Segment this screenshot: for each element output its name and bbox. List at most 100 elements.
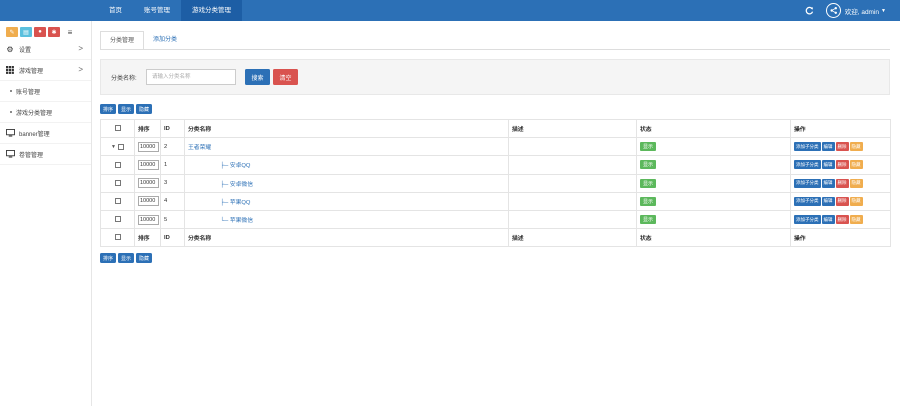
status-badge[interactable]: 显示 bbox=[640, 215, 657, 225]
user-shortcut-icon[interactable]: ● bbox=[34, 27, 46, 37]
tab-add-category[interactable]: 添加分类 bbox=[144, 31, 186, 50]
status-cell: 显示 bbox=[636, 209, 791, 230]
sort-cell bbox=[134, 155, 161, 175]
sidebar-item-settings[interactable]: ⚙ 设置 > bbox=[0, 39, 91, 60]
sort-input[interactable] bbox=[138, 214, 159, 225]
tab-category-management[interactable]: 分类管理 bbox=[100, 31, 145, 50]
sidebar-item-banner-management[interactable]: banner管理 bbox=[0, 123, 91, 144]
avatar[interactable] bbox=[825, 3, 841, 18]
search-panel: 分类名称: 搜索 清空 bbox=[100, 59, 890, 95]
search-label: 分类名称: bbox=[111, 76, 137, 82]
category-name-link[interactable]: 王者荣耀 bbox=[188, 145, 211, 151]
search-button[interactable]: 搜索 bbox=[245, 69, 270, 85]
show-button[interactable]: 显示 bbox=[118, 253, 135, 263]
column-header-id: ID bbox=[160, 118, 185, 139]
sort-cell bbox=[134, 209, 161, 230]
sidebar-item-other-management[interactable]: 卷管管理 bbox=[0, 144, 91, 165]
sort-cell bbox=[134, 173, 161, 193]
menu-toggle-icon[interactable]: ≡ bbox=[65, 27, 75, 37]
nav-game-category-management[interactable]: 游戏分类管理 bbox=[181, 0, 242, 21]
add-subcategory-button[interactable]: 添加子分类 bbox=[794, 215, 821, 225]
add-subcategory-button[interactable]: 添加子分类 bbox=[794, 142, 821, 152]
select-all-checkbox[interactable] bbox=[114, 234, 121, 241]
hide-row-button[interactable]: 隐藏 bbox=[849, 215, 863, 225]
show-button[interactable]: 显示 bbox=[118, 104, 135, 114]
sort-button[interactable]: 排序 bbox=[100, 253, 117, 263]
id-cell: 3 bbox=[160, 173, 185, 193]
sort-input[interactable] bbox=[138, 141, 159, 152]
top-right-area: 欢迎, admin ▼ bbox=[804, 0, 886, 21]
tree-branch: ├─ bbox=[220, 199, 230, 206]
sidebar-item-account-management[interactable]: 账号管理 bbox=[0, 81, 91, 102]
hide-row-button[interactable]: 隐藏 bbox=[849, 142, 863, 152]
delete-button[interactable]: 删除 bbox=[835, 142, 849, 152]
category-name-link[interactable]: 苹果QQ bbox=[230, 200, 251, 206]
gears-icon: ⚙ bbox=[6, 44, 14, 54]
add-subcategory-button[interactable]: 添加子分类 bbox=[794, 178, 821, 188]
sort-input[interactable] bbox=[138, 178, 159, 189]
bullet-icon bbox=[10, 111, 12, 113]
category-name-link[interactable]: 安卓微信 bbox=[230, 182, 253, 188]
sidebar-item-game-management[interactable]: 游戏管理 > bbox=[0, 60, 91, 81]
select-all-cell bbox=[100, 228, 135, 248]
nav-account-management[interactable]: 账号管理 bbox=[133, 0, 181, 21]
row-checkbox[interactable] bbox=[114, 179, 121, 186]
caret-down-icon[interactable]: ▼ bbox=[881, 8, 886, 14]
status-badge[interactable]: 显示 bbox=[640, 196, 657, 206]
id-cell: 2 bbox=[160, 137, 185, 157]
hide-button[interactable]: 隐藏 bbox=[136, 253, 153, 263]
select-all-checkbox[interactable] bbox=[114, 125, 121, 132]
description-cell bbox=[508, 173, 637, 193]
category-name-input[interactable] bbox=[146, 69, 236, 85]
welcome-text[interactable]: 欢迎, admin bbox=[845, 6, 879, 16]
edit-button[interactable]: 编辑 bbox=[821, 178, 835, 188]
delete-button[interactable]: 删除 bbox=[835, 160, 849, 170]
row-checkbox[interactable] bbox=[117, 143, 124, 150]
category-name-link[interactable]: 安卓QQ bbox=[230, 163, 251, 169]
status-badge[interactable]: 显示 bbox=[640, 178, 657, 188]
status-badge[interactable]: 显示 bbox=[640, 142, 657, 152]
hide-row-button[interactable]: 隐藏 bbox=[849, 178, 863, 188]
file-shortcut-icon[interactable]: ▤ bbox=[20, 27, 32, 37]
row-checkbox[interactable] bbox=[114, 161, 121, 168]
sidebar: ✎ ▤ ● ✱ ≡ ⚙ 设置 > 游戏管理 > 账号管理 游戏分类管理 bann… bbox=[0, 21, 92, 406]
main-content: 分类管理 添加分类 分类名称: 搜索 清空 排序 显示 隐藏 排序 ID 分类名… bbox=[92, 21, 900, 406]
delete-button[interactable]: 删除 bbox=[835, 178, 849, 188]
sidebar-item-label: 游戏分类管理 bbox=[16, 110, 53, 117]
operations-cell: 添加子分类 编辑 删除 隐藏 bbox=[790, 173, 891, 193]
column-header-description: 描述 bbox=[508, 118, 637, 139]
hide-button[interactable]: 隐藏 bbox=[136, 104, 153, 114]
sidebar-item-game-category-management[interactable]: 游戏分类管理 bbox=[0, 102, 91, 123]
edit-button[interactable]: 编辑 bbox=[821, 215, 835, 225]
row-checkbox[interactable] bbox=[114, 198, 121, 205]
edit-button[interactable]: 编辑 bbox=[821, 160, 835, 170]
settings-shortcut-icon[interactable]: ✱ bbox=[48, 27, 60, 37]
delete-button[interactable]: 删除 bbox=[835, 215, 849, 225]
sort-button[interactable]: 排序 bbox=[100, 104, 117, 114]
expand-triangle-icon[interactable]: ▼ bbox=[111, 144, 116, 150]
edit-button[interactable]: 编辑 bbox=[821, 196, 835, 206]
clear-button[interactable]: 清空 bbox=[273, 69, 298, 85]
refresh-icon[interactable] bbox=[804, 5, 816, 17]
row-checkbox[interactable] bbox=[114, 216, 121, 223]
hide-row-button[interactable]: 隐藏 bbox=[849, 160, 863, 170]
category-name-link[interactable]: 苹果微信 bbox=[230, 218, 253, 224]
table-row: 5 └─ 苹果微信 显示 添加子分类编辑删除隐藏 bbox=[100, 209, 891, 230]
add-subcategory-button[interactable]: 添加子分类 bbox=[794, 196, 821, 206]
edit-shortcut-icon[interactable]: ✎ bbox=[6, 27, 18, 37]
tree-branch: ├─ bbox=[220, 181, 230, 188]
edit-button[interactable]: 编辑 bbox=[821, 142, 835, 152]
nav-home[interactable]: 首页 bbox=[98, 0, 133, 21]
table-row: 3 ├─ 安卓微信 显示 添加子分类编辑删除隐藏 bbox=[100, 173, 891, 193]
column-header-sort: 排序 bbox=[134, 118, 161, 139]
delete-button[interactable]: 删除 bbox=[835, 196, 849, 206]
sort-input[interactable] bbox=[138, 196, 159, 207]
status-badge[interactable]: 显示 bbox=[640, 160, 657, 170]
hide-row-button[interactable]: 隐藏 bbox=[849, 196, 863, 206]
tree-branch: └─ bbox=[220, 218, 230, 225]
sort-input[interactable] bbox=[138, 159, 159, 170]
add-subcategory-button[interactable]: 添加子分类 bbox=[794, 160, 821, 170]
table-row: ▼ 2 王者荣耀 显示 添加子分类编辑删除隐藏 bbox=[100, 137, 891, 157]
operations-cell: 添加子分类 编辑 删除 隐藏 bbox=[790, 137, 891, 157]
sidebar-item-label: 设置 bbox=[19, 47, 32, 54]
